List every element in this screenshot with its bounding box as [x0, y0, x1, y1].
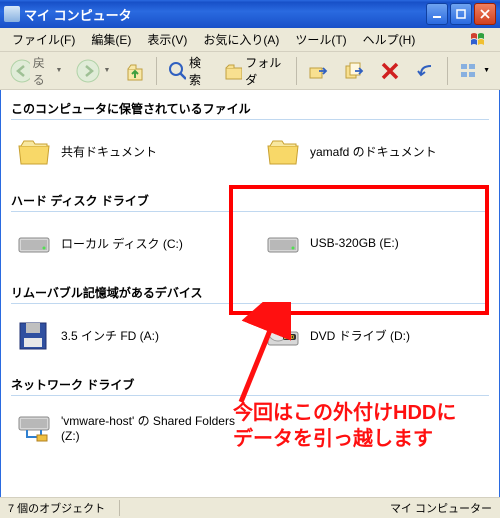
content-pane: このコンピュータに保管されているファイル 共有ドキュメント yamafd のドキ… [0, 90, 500, 497]
dvd-d[interactable]: DVD DVD ドライブ (D:) [250, 308, 499, 366]
delete-button[interactable] [373, 56, 407, 86]
search-label: 検索 [189, 54, 209, 88]
forward-button[interactable]: ▼ [70, 56, 116, 86]
separator [296, 57, 297, 85]
item-label: 3.5 インチ FD (A:) [61, 327, 159, 344]
floppy-icon [17, 320, 51, 350]
folder-icon [17, 136, 51, 166]
search-button[interactable]: 検索 [161, 56, 215, 86]
toolbar: 戻る ▼ ▼ 検索 フォルダ ▼ [0, 52, 500, 90]
floppy-a[interactable]: 3.5 インチ FD (A:) [1, 308, 250, 366]
undo-button[interactable] [409, 56, 443, 86]
network-drive-icon [17, 413, 51, 443]
views-button[interactable]: ▼ [452, 56, 496, 86]
item-label: 'vmware-host' の Shared Folders(Z:) [61, 412, 235, 443]
close-button[interactable] [474, 3, 496, 25]
minimize-button[interactable] [426, 3, 448, 25]
section-network: ネットワーク ドライブ [1, 366, 499, 400]
copy-to-button[interactable] [337, 56, 371, 86]
system-icon [372, 501, 386, 515]
network-drive-z[interactable]: 'vmware-host' の Shared Folders(Z:) [1, 400, 250, 459]
hard-drive-icon [17, 228, 51, 258]
item-label: DVD ドライブ (D:) [310, 327, 410, 344]
menu-bar: ファイル(F) 編集(E) 表示(V) お気に入り(A) ツール(T) ヘルプ(… [0, 28, 500, 52]
chevron-down-icon: ▼ [103, 67, 110, 74]
system-icon [4, 6, 20, 22]
menu-tools[interactable]: ツール(T) [287, 28, 354, 51]
chevron-down-icon: ▼ [56, 67, 63, 74]
status-location: マイ コンピューター [364, 500, 500, 516]
usb-disk-e[interactable]: USB-320GB (E:) [250, 216, 499, 274]
back-label: 戻る [33, 54, 53, 88]
menu-favorites[interactable]: お気に入り(A) [195, 28, 287, 51]
move-to-button[interactable] [301, 56, 335, 86]
section-removable: リムーバブル記憶域があるデバイス [1, 274, 499, 308]
local-disk-c[interactable]: ローカル ディスク (C:) [1, 216, 250, 274]
item-label: yamafd のドキュメント [310, 143, 437, 160]
separator [156, 57, 157, 85]
folders-button[interactable]: フォルダ [217, 56, 292, 86]
status-objects: 7 個のオブジェクト [0, 500, 120, 516]
section-stored-files: このコンピュータに保管されているファイル [1, 90, 499, 124]
status-bar: 7 個のオブジェクト マイ コンピューター [0, 497, 500, 518]
svg-text:DVD: DVD [284, 335, 295, 341]
menu-edit[interactable]: 編集(E) [83, 28, 139, 51]
back-button[interactable]: 戻る ▼ [4, 56, 68, 86]
item-label: 共有ドキュメント [61, 143, 157, 160]
menu-view[interactable]: 表示(V) [139, 28, 195, 51]
dvd-drive-icon: DVD [266, 320, 300, 350]
item-label: ローカル ディスク (C:) [61, 235, 183, 252]
hard-drive-icon [266, 228, 300, 258]
folder-icon [266, 136, 300, 166]
section-hard-disks: ハード ディスク ドライブ [1, 182, 499, 216]
windows-flag-icon [464, 29, 496, 51]
up-button[interactable] [118, 56, 152, 86]
shared-documents[interactable]: 共有ドキュメント [1, 124, 250, 182]
folders-label: フォルダ [245, 54, 286, 88]
item-label: USB-320GB (E:) [310, 236, 399, 250]
user-documents[interactable]: yamafd のドキュメント [250, 124, 499, 182]
chevron-down-icon: ▼ [483, 67, 490, 74]
window-title: マイ コンピュータ [24, 5, 424, 24]
title-bar: マイ コンピュータ [0, 0, 500, 28]
separator [447, 57, 448, 85]
menu-file[interactable]: ファイル(F) [4, 28, 83, 51]
maximize-button[interactable] [450, 3, 472, 25]
menu-help[interactable]: ヘルプ(H) [355, 28, 424, 51]
